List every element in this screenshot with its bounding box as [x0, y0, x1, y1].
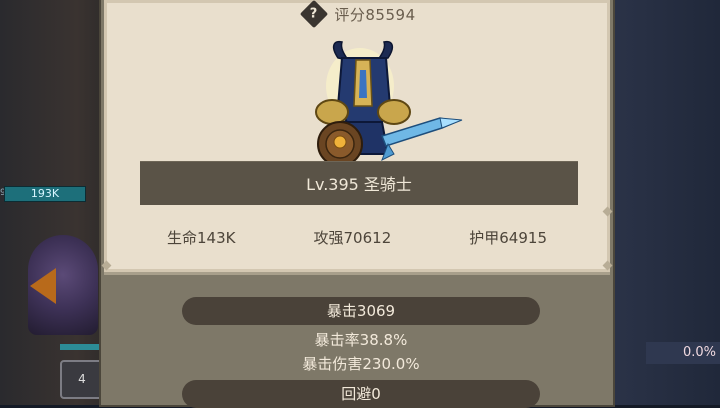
detail-stats-list: 暴击3069 暴击率38.8% 暴击伤害230.0% 回避0	[104, 275, 610, 408]
hero-stats-row: 生命143K 攻强70612 护甲64915	[104, 222, 610, 252]
background-skill-card: 4	[60, 360, 104, 399]
detail-stat-crit-rate: 暴击率38.8%	[314, 331, 408, 349]
background-hp-bar: 193K	[4, 186, 86, 202]
question-mark-icon[interactable]: ?	[300, 0, 329, 29]
detail-stat-dodge: 回避0	[182, 380, 540, 408]
score-row: ? 评分85594	[0, 0, 720, 29]
hero-level-name: Lv.395 圣骑士	[306, 175, 412, 194]
paladin-hero-portrait	[315, 40, 463, 167]
stat-hp: 生命143K	[167, 228, 236, 247]
corner-ornament-icon	[101, 260, 112, 271]
detail-stat-crit: 暴击3069	[182, 297, 540, 325]
hero-name-band: Lv.395 圣骑士	[140, 161, 578, 205]
background-arrow-icon	[30, 268, 56, 304]
detail-stat-crit-damage: 暴击伤害230.0%	[302, 355, 420, 373]
score-label: 评分85594	[334, 5, 416, 24]
stat-armor: 护甲64915	[469, 228, 547, 247]
background-percent-label: 0.0%	[646, 342, 720, 364]
stat-attack: 攻强70612	[313, 228, 392, 247]
background-skill-strip	[60, 344, 100, 350]
